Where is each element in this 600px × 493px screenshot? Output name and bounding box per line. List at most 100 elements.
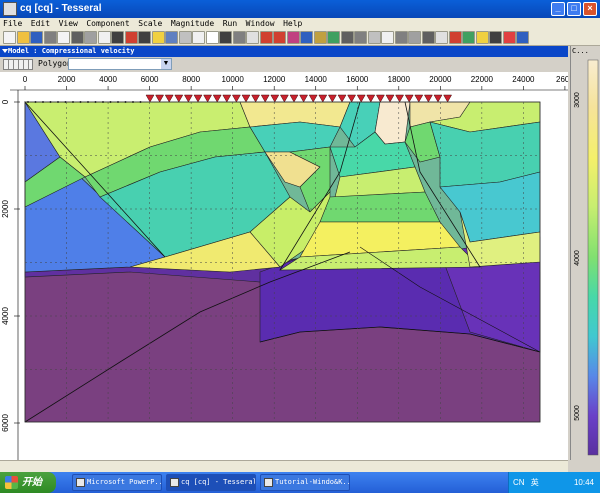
toolbar-tool-icon[interactable] <box>327 31 340 44</box>
source-triangle <box>356 94 366 103</box>
task-label: Tutorial-Windo&K... <box>275 478 350 486</box>
layer-chimney-core <box>374 101 411 145</box>
toolbar-tool-icon[interactable] <box>97 31 111 44</box>
toolbar-tool-icon[interactable] <box>381 31 394 44</box>
taskbar: 开始 Microsoft PowerP... cq [cq] - Tessera… <box>0 472 600 493</box>
polygons-select[interactable]: ▼ <box>68 58 172 70</box>
source-triangle <box>183 94 193 103</box>
toolbar-tool-icon[interactable] <box>70 31 84 44</box>
toolbar-tool-icon[interactable] <box>516 31 529 44</box>
model-layers <box>24 94 541 423</box>
toolbar-tool-icon[interactable] <box>178 31 192 44</box>
toolbar-tool-icon[interactable] <box>286 31 300 44</box>
colorbar-gradient <box>587 59 599 456</box>
collapse-triangle-icon[interactable] <box>2 49 8 53</box>
menu-magnitude[interactable]: Magnitude <box>168 18 217 30</box>
application-window: cq [cq] - Tesseral _ □ × File Edit View … <box>0 0 600 493</box>
start-button[interactable]: 开始 <box>0 472 56 493</box>
velocity-model-svg[interactable]: 0 2000 4000 6000 8000 10000 12000 14000 16000 180… <box>0 72 568 460</box>
toolbar-tool-icon[interactable] <box>354 31 367 44</box>
close-button[interactable]: × <box>583 2 597 16</box>
chevron-down-icon[interactable]: ▼ <box>161 59 171 69</box>
y-tick-label: 4000 <box>1 307 10 325</box>
source-triangle <box>193 94 203 103</box>
task-tutorial[interactable]: Tutorial-Windo&K... <box>260 474 350 491</box>
toolbar-tool-icon[interactable] <box>313 31 327 44</box>
toolbar-tool-icon[interactable] <box>124 31 138 44</box>
menu-file[interactable]: File <box>0 18 25 30</box>
model-canvas[interactable]: 0 2000 4000 6000 8000 10000 12000 14000 16000 180… <box>0 72 568 460</box>
toolbar-tool-icon[interactable] <box>16 31 30 44</box>
source-triangle <box>212 94 222 103</box>
title-bar: cq [cq] - Tesseral _ □ × <box>0 0 600 18</box>
toolbar-tool-icon[interactable] <box>165 31 178 44</box>
y-axis: 0 2000 4000 6000 <box>1 90 20 460</box>
tray-lang[interactable]: CN <box>513 478 525 487</box>
toolbar-tool-icon[interactable] <box>151 31 165 44</box>
toolbar-tool-icon[interactable] <box>57 31 70 44</box>
toolbar-tool-icon[interactable] <box>30 31 43 44</box>
tray-ime[interactable]: 英 <box>531 478 539 487</box>
toolbar-tool-icon[interactable] <box>300 31 313 44</box>
toolbar-tool-icon[interactable] <box>475 31 489 44</box>
colorbar-panel: C... 3000 4000 5000 <box>570 46 600 460</box>
app-icon <box>3 2 17 16</box>
source-markers <box>145 94 453 103</box>
toolbar-tool-icon[interactable] <box>462 31 475 44</box>
y-tick-label: 2000 <box>1 200 10 218</box>
toolbar-tool-icon[interactable] <box>246 31 259 44</box>
toolbar-tool-icon[interactable] <box>408 31 421 44</box>
toolbar-tool-icon[interactable] <box>3 31 16 44</box>
minimize-button[interactable]: _ <box>551 2 565 16</box>
task-powerpoint[interactable]: Microsoft PowerP... <box>72 474 162 491</box>
task-tesseral[interactable]: cq [cq] - Tesseral <box>166 474 256 491</box>
toolbar-tool-icon[interactable] <box>448 31 462 44</box>
toolbar-tool-icon[interactable] <box>421 31 435 44</box>
toolbar-tool-icon[interactable] <box>394 31 408 44</box>
toolbar-tool-icon[interactable] <box>340 31 354 44</box>
layer-chimney-green <box>319 191 441 223</box>
toolbar-tool-icon[interactable] <box>489 31 502 44</box>
source-triangle <box>145 94 155 103</box>
source-triangle <box>443 94 453 103</box>
system-tray: CN 英 10:44 <box>508 472 600 493</box>
toolbar-tool-icon[interactable] <box>192 31 205 44</box>
tesseral-icon <box>170 478 179 487</box>
menu-edit[interactable]: Edit <box>28 18 53 30</box>
menu-help[interactable]: Help <box>280 18 305 30</box>
menu-view[interactable]: View <box>56 18 81 30</box>
toolbar-tool-icon[interactable] <box>502 31 516 44</box>
toolbar-tool-icon[interactable] <box>138 31 151 44</box>
toolbar-tool-icon[interactable] <box>273 31 286 44</box>
polygon-segments-icon[interactable] <box>3 59 33 70</box>
horizontal-scrollbar[interactable] <box>0 460 568 472</box>
source-triangle <box>251 94 261 103</box>
y-tick-label: 0 <box>1 99 10 104</box>
toolbar-tool-icon[interactable] <box>43 31 57 44</box>
polygons-row: Polygons ▼ <box>0 57 568 72</box>
toolbar-tool-icon[interactable] <box>259 31 273 44</box>
powerpoint-icon <box>76 478 85 487</box>
toolbar-tool-icon[interactable] <box>205 31 219 44</box>
toolbar-tool-icon[interactable] <box>111 31 124 44</box>
source-triangle <box>404 94 414 103</box>
source-triangle <box>327 94 337 103</box>
source-triangle <box>164 94 174 103</box>
x-tick-label: 12000 <box>263 75 286 84</box>
toolbar-tool-icon[interactable] <box>435 31 448 44</box>
colorbar-ticks: 3000 4000 5000 <box>574 92 581 421</box>
toolbar-tool-icon[interactable] <box>367 31 381 44</box>
menu-scale[interactable]: Scale <box>135 18 165 30</box>
colorbar-tick-label: 4000 <box>574 250 581 266</box>
menu-component[interactable]: Component <box>83 18 132 30</box>
toolbar-tool-icon[interactable] <box>84 31 97 44</box>
menu-window[interactable]: Window <box>243 18 278 30</box>
toolbar-tool-icon[interactable] <box>219 31 232 44</box>
maximize-button[interactable]: □ <box>567 2 581 16</box>
toolbar-tool-icon[interactable] <box>232 31 246 44</box>
x-tick-label: 0 <box>23 75 28 84</box>
model-bar[interactable]: Model : Compressional velocity <box>0 46 568 57</box>
colorbar-tick-label: 3000 <box>574 92 581 108</box>
task-label: cq [cq] - Tesseral <box>181 478 256 486</box>
menu-run[interactable]: Run <box>220 18 240 30</box>
